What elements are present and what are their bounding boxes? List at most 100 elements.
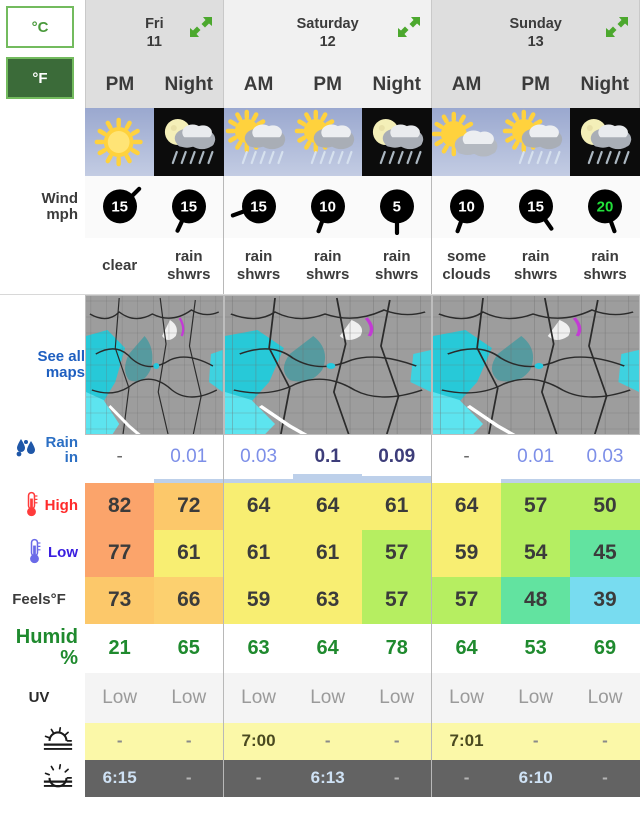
sunset-cell: 6:10	[500, 759, 571, 797]
weather-icon-cell	[500, 108, 571, 176]
rain-cell: 0.1	[292, 434, 363, 483]
condition-line2: shwrs	[167, 265, 211, 283]
map-cell[interactable]	[431, 294, 640, 435]
condition-line1: rain	[591, 248, 619, 266]
see-all-maps-link[interactable]: See all maps	[0, 294, 85, 435]
weather-map-image[interactable]	[431, 294, 640, 435]
low-cell: 61	[223, 529, 293, 577]
humidity-cell: 65	[154, 623, 224, 673]
high-cell: 82	[85, 482, 155, 530]
feels-row-label: Feels°F	[0, 576, 85, 624]
condition-cell: rain shwrs	[500, 238, 571, 295]
moon-rain-icon	[570, 108, 640, 176]
day-header-sunday[interactable]: Sunday 13	[431, 0, 640, 62]
time-slot-fri-night[interactable]: Night	[154, 61, 225, 108]
time-slot-saturday-night[interactable]: Night	[362, 61, 433, 108]
day-header-saturday[interactable]: Saturday 12	[223, 0, 433, 62]
weather-icon-cell	[362, 108, 432, 176]
condition-line2: shwrs	[236, 265, 281, 283]
sunrise-cell: -	[85, 722, 155, 760]
expand-icon[interactable]	[188, 14, 214, 40]
time-slot-saturday-pm[interactable]: PM	[292, 61, 363, 108]
moon-rain-icon	[362, 108, 432, 176]
condition-cell: rain shwrs	[223, 238, 293, 295]
rain-cell: 0.03	[570, 434, 640, 483]
weather-map-image[interactable]	[223, 294, 432, 435]
expand-icon[interactable]	[396, 14, 422, 40]
wind-cell: 15	[85, 176, 155, 238]
wind-row-label: Wind mph	[0, 176, 85, 238]
condition-row: clear rain shwrs rain shwrs rain shwrs rain shwr…	[0, 238, 640, 295]
time-slot-sunday-night[interactable]: Night	[570, 61, 640, 108]
condition-cell: rain shwrs	[154, 238, 224, 295]
expand-icon[interactable]	[604, 14, 630, 40]
weather-map-image[interactable]	[85, 294, 224, 435]
map-cell[interactable]	[223, 294, 432, 435]
condition-cell: rain shwrs	[292, 238, 363, 295]
rain-bar-indicator	[570, 478, 640, 483]
forecast-table: °C °F Fri 11 Saturday 12 Sunday 13 PM Night AM PM Ni…	[0, 0, 640, 797]
weather-icon-cell	[154, 108, 224, 176]
map-cell[interactable]	[85, 294, 224, 435]
condition-cell: some clouds	[431, 238, 501, 295]
uv-cell: Low	[85, 672, 155, 723]
high-label: High	[44, 497, 78, 515]
humid-label: Humid	[15, 626, 78, 648]
rain-value: 0.01	[517, 445, 555, 467]
condition-line2: shwrs	[583, 265, 627, 283]
weather-icon-row	[0, 108, 640, 176]
humidity-cell: 21	[85, 623, 155, 673]
wind-cell: 15	[500, 176, 571, 238]
rain-cell: 0.01	[154, 434, 224, 483]
uv-row: UV Low Low Low Low Low Low Low Low	[0, 672, 640, 723]
condition-line1: rain	[313, 248, 342, 266]
sunset-row: 6:15- -6:13- -6:10-	[0, 759, 640, 797]
rain-bar-indicator	[500, 478, 571, 483]
weather-icon-cell	[292, 108, 363, 176]
sunrise-cell: -	[154, 722, 224, 760]
rain-row-label: Rain in	[0, 434, 85, 483]
weather-icon-cell	[85, 108, 155, 176]
rain-value: -	[116, 445, 123, 467]
sunrise-icon	[40, 723, 76, 759]
sunrise-cell: 7:00	[223, 722, 293, 760]
humidity-cell: 63	[223, 623, 293, 673]
feels-cell: 57	[431, 576, 501, 624]
uv-row-label: UV	[0, 672, 85, 723]
time-of-day-row: PM Night AM PM Night AM PM Night	[0, 61, 640, 108]
rain-bar-indicator	[362, 475, 432, 483]
rain-bar-indicator	[224, 478, 293, 483]
rain-value: 0.1	[314, 445, 341, 467]
humidity-cell: 64	[431, 623, 501, 673]
sun-rain-icon	[223, 108, 293, 176]
rain-bar-indicator	[292, 473, 363, 483]
wind-speed-badge: 10	[310, 189, 345, 224]
rain-value: -	[463, 445, 470, 467]
condition-line1: rain	[521, 248, 550, 266]
time-slot-fri-pm[interactable]: PM	[84, 61, 155, 108]
fahrenheit-toggle-button[interactable]: °F	[6, 57, 74, 99]
condition-cell: rain shwrs	[362, 238, 432, 295]
time-slot-sunday-pm[interactable]: PM	[500, 61, 571, 108]
condition-line1: rain	[174, 248, 203, 266]
time-slot-saturday-am[interactable]: AM	[223, 61, 293, 108]
rain-value: 0.01	[170, 445, 208, 467]
sunrise-row-label	[0, 722, 85, 760]
celsius-toggle-button[interactable]: °C	[6, 6, 74, 48]
high-cell: 57	[500, 482, 571, 530]
wind-speed-badge: 5	[379, 189, 414, 224]
thermometer-hot-icon	[23, 490, 40, 523]
humidity-row-label: Humid%	[0, 623, 85, 673]
time-slot-sunday-am[interactable]: AM	[431, 61, 501, 108]
weather-forecast-panel: °C °F Fri 11 Saturday 12 Sunday 13 PM Night AM PM Ni…	[0, 0, 640, 829]
low-row-label: Low	[0, 529, 85, 577]
sunset-cell: -	[362, 759, 432, 797]
condition-cell: rain shwrs	[570, 238, 640, 295]
wind-cell: 15	[154, 176, 224, 238]
low-cell: 45	[570, 529, 640, 577]
condition-line1: rain	[382, 248, 411, 266]
day-header-fri[interactable]: Fri 11	[84, 0, 225, 62]
sunrise-cell: 7:01	[431, 722, 501, 760]
sun-cloud-icon	[431, 108, 501, 176]
condition-line2: clouds	[442, 265, 491, 283]
